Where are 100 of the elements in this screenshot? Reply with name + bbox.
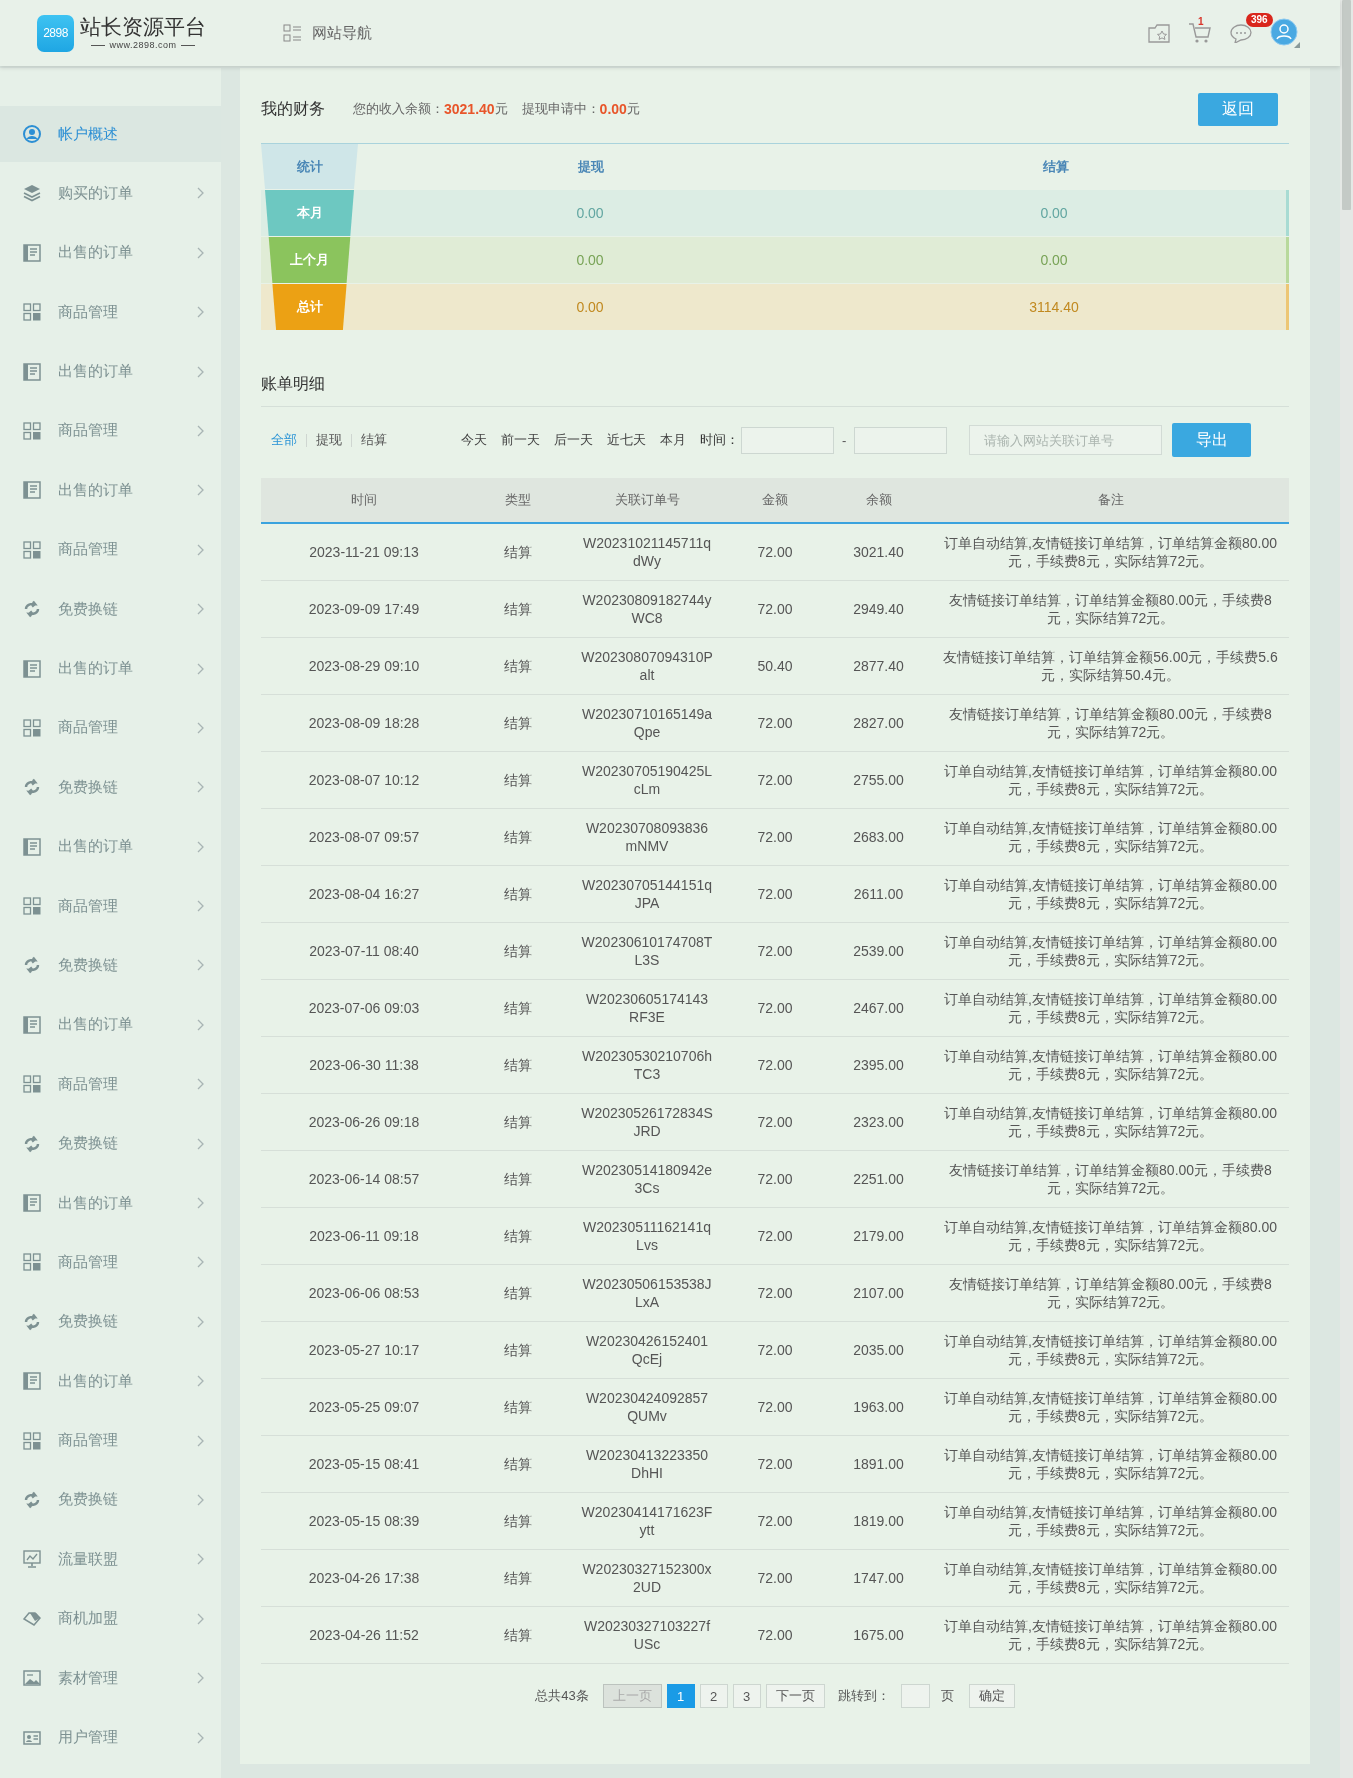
page-number-field[interactable] xyxy=(900,1684,930,1708)
sidebar-item[interactable]: 免费换链 xyxy=(0,1115,221,1172)
scrollbar[interactable] xyxy=(1340,0,1353,1778)
next-page-button[interactable]: 下一页 xyxy=(765,1684,825,1708)
table-cell: 订单自动结算,友情链接订单结算，订单结算金额80.00元，手续费8元，实际结算72元。 xyxy=(932,523,1289,581)
sidebar-item[interactable]: 出售的订单 xyxy=(0,343,221,400)
sidebar-item[interactable]: 商品管理 xyxy=(0,402,221,459)
pending-value: 0.00 xyxy=(599,101,627,117)
sidebar-item[interactable]: 帐户概述 xyxy=(0,106,221,162)
document-icon xyxy=(23,837,41,856)
table-cell: W20230413223350DhHI xyxy=(569,1435,725,1493)
page-button[interactable]: 1 xyxy=(666,1684,695,1708)
table-cell: W20230414171623Fytt xyxy=(569,1492,725,1550)
table-cell: 2877.40 xyxy=(825,637,932,695)
date-range-link[interactable]: 后一天 xyxy=(550,431,597,449)
table-cell: 2539.00 xyxy=(825,922,932,980)
column-header: 关联订单号 xyxy=(569,478,725,523)
sidebar-item[interactable]: 商品管理 xyxy=(0,1234,221,1291)
message-count-badge: 396 xyxy=(1246,13,1273,27)
table-cell: 50.40 xyxy=(725,637,825,695)
table-cell: 72.00 xyxy=(725,1492,825,1550)
sidebar-item[interactable]: 商品管理 xyxy=(0,878,221,935)
sidebar-item[interactable]: 商品管理 xyxy=(0,521,221,578)
sidebar-item[interactable]: 素材管理 xyxy=(0,1650,221,1707)
sidebar-item[interactable]: 出售的订单 xyxy=(0,818,221,875)
table-cell-text: 0.00 xyxy=(575,298,605,317)
swap-arrows-icon xyxy=(23,1134,41,1153)
sidebar-item[interactable]: 用户管理 xyxy=(0,1709,221,1766)
table-cell: 2023-07-06 09:03 xyxy=(261,979,467,1037)
sidebar-item[interactable]: 商品管理 xyxy=(0,284,221,341)
site-nav-button[interactable]: 网站导航 xyxy=(283,23,372,43)
logo-badge: 2898 xyxy=(37,14,74,52)
export-button[interactable]: 导出 xyxy=(1172,423,1252,457)
column-header: 类型 xyxy=(467,478,569,523)
table-cell: 72.00 xyxy=(725,523,825,581)
date-range-link[interactable]: 近七天 xyxy=(603,431,650,449)
table-cell: 2683.00 xyxy=(825,808,932,866)
date-range-link[interactable]: 前一天 xyxy=(497,431,544,449)
table-cell: 结算 xyxy=(467,979,569,1037)
sidebar-item[interactable]: 出售的订单 xyxy=(0,1353,221,1410)
table-cell: 结算 xyxy=(467,637,569,695)
table-cell-text: 0.00 xyxy=(1039,204,1069,223)
table-cell: 2023-06-26 09:18 xyxy=(261,1093,467,1151)
sidebar-item[interactable]: 出售的订单 xyxy=(0,640,221,697)
table-cell: 结算 xyxy=(467,1207,569,1265)
table-cell: 72.00 xyxy=(725,1378,825,1436)
table-cell: 订单自动结算,友情链接订单结算，订单结算金额80.00元，手续费8元，实际结算72元。 xyxy=(932,1492,1289,1550)
sidebar-item[interactable]: 流量联盟 xyxy=(0,1531,221,1588)
sidebar-item[interactable]: 免费换链 xyxy=(0,581,221,638)
sidebar-item[interactable]: 商品管理 xyxy=(0,1412,221,1469)
sidebar-item[interactable]: 商品管理 xyxy=(0,699,221,756)
table-cell: W20230809182744yWC8 xyxy=(569,580,725,638)
sidebar-item[interactable]: 出售的订单 xyxy=(0,224,221,281)
sidebar-item[interactable]: 出售的订单 xyxy=(0,1175,221,1232)
sidebar-item[interactable]: 商品管理 xyxy=(0,1056,221,1113)
table-cell: 友情链接订单结算，订单结算金额80.00元，手续费8元，实际结算72元。 xyxy=(932,694,1289,752)
table-cell: 72.00 xyxy=(725,922,825,980)
document-icon xyxy=(23,1015,41,1034)
sidebar-item[interactable]: 出售的订单 xyxy=(0,462,221,519)
sidebar-item[interactable]: 免费换链 xyxy=(0,937,221,994)
sidebar-item[interactable]: 出售的订单 xyxy=(0,996,221,1053)
table-cell: 72.00 xyxy=(725,979,825,1037)
filter-tab[interactable]: 提现 xyxy=(307,431,351,449)
table-cell: 72.00 xyxy=(725,1093,825,1151)
table-cell: 2023-09-09 17:49 xyxy=(261,580,467,638)
confirm-button[interactable]: 确定 xyxy=(968,1684,1015,1708)
sidebar-item[interactable]: 免费换链 xyxy=(0,759,221,816)
table-cell: 2023-08-29 09:10 xyxy=(261,637,467,695)
date-input[interactable] xyxy=(854,426,948,454)
table-cell: 72.00 xyxy=(725,1321,825,1379)
table-cell: 结算 xyxy=(467,1606,569,1664)
id-card-icon xyxy=(23,1728,41,1747)
table-cell: 2023-11-21 09:13 xyxy=(261,523,467,581)
table-cell: W20230530210706hTC3 xyxy=(569,1036,725,1094)
filter-tab[interactable]: 全部 xyxy=(262,431,306,449)
table-cell-text: 0.00 xyxy=(575,204,605,223)
table-cell: W20230710165149aQpe xyxy=(569,694,725,752)
table-cell: 1675.00 xyxy=(825,1606,932,1664)
back-button[interactable]: 返回 xyxy=(1198,92,1278,126)
page-button[interactable]: 2 xyxy=(699,1684,728,1708)
date-range-link[interactable]: 本月 xyxy=(656,431,690,449)
filter-tab[interactable]: 结算 xyxy=(352,431,396,449)
column-header: 余额 xyxy=(825,478,932,523)
pending-label: 提现申请中： xyxy=(521,100,600,118)
section-title: 账单明细 xyxy=(261,370,1289,407)
table-cell: 2251.00 xyxy=(825,1150,932,1208)
sidebar-item[interactable]: 购买的订单 xyxy=(0,165,221,222)
table-cell: 2949.40 xyxy=(825,580,932,638)
document-icon xyxy=(23,481,41,500)
date-input[interactable] xyxy=(741,426,834,454)
table-cell: W20230424092857QUMv xyxy=(569,1378,725,1436)
date-range-link[interactable]: 今天 xyxy=(457,431,491,449)
sidebar-item[interactable]: 商机加盟 xyxy=(0,1590,221,1647)
sidebar-item[interactable]: 免费换链 xyxy=(0,1293,221,1350)
search-field[interactable]: 请输入网站关联订单号 xyxy=(969,425,1163,455)
page-button[interactable]: 3 xyxy=(732,1684,761,1708)
table-cell-text: 0.00 xyxy=(1039,251,1069,270)
currency-unit: 元 xyxy=(494,100,508,118)
sidebar-item[interactable]: 免费换链 xyxy=(0,1472,221,1528)
table-cell: W20230327103227fUSc xyxy=(569,1606,725,1664)
